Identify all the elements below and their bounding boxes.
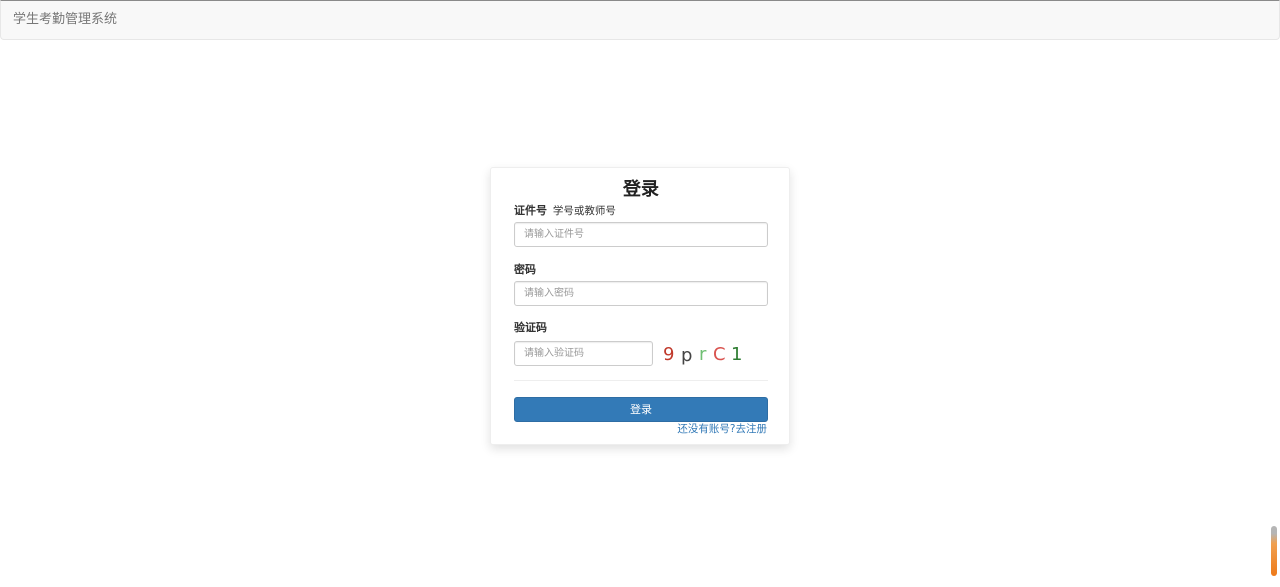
login-title: 登录 — [623, 179, 659, 200]
captcha-char: p — [681, 345, 693, 366]
id-label-text: 证件号 — [514, 204, 547, 217]
id-hint: 学号或教师号 — [552, 205, 616, 217]
captcha-image[interactable]: 9prC1 — [663, 342, 755, 368]
captcha-label: 验证码 — [514, 321, 547, 334]
captcha-input[interactable] — [514, 341, 653, 366]
register-link[interactable]: 还没有账号?去注册 — [677, 422, 767, 436]
captcha-char: 1 — [731, 344, 743, 365]
captcha-char: 9 — [663, 344, 675, 365]
brand-title[interactable]: 学生考勤管理系统 — [13, 11, 117, 29]
login-panel: 登录 证件号 学号或教师号 密码 验证码 9prC1 登录 还没有账号?去注册 — [490, 167, 790, 445]
navbar: 学生考勤管理系统 — [0, 0, 1280, 40]
captcha-char: C — [713, 344, 726, 365]
divider — [514, 380, 768, 381]
login-button[interactable]: 登录 — [514, 397, 768, 422]
password-input[interactable] — [514, 281, 768, 306]
password-label: 密码 — [514, 263, 536, 276]
id-input[interactable] — [514, 222, 768, 247]
scrollbar-thumb[interactable] — [1271, 526, 1277, 576]
id-label: 证件号 学号或教师号 — [514, 204, 616, 218]
captcha-char: r — [699, 344, 707, 365]
